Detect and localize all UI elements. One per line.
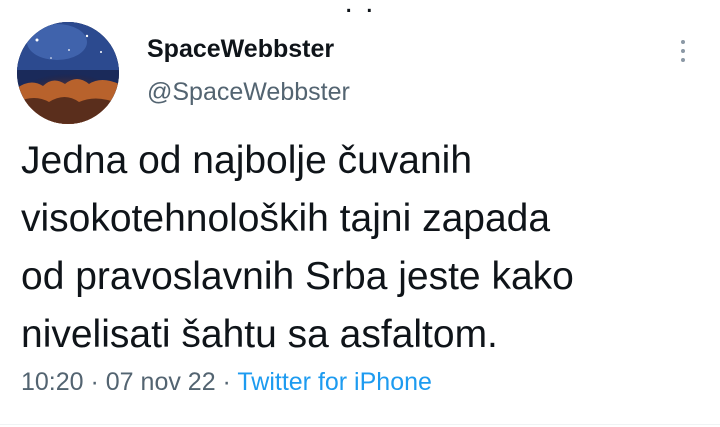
avatar-nebula-image — [17, 22, 119, 124]
display-name[interactable]: SpaceWebbster — [147, 35, 334, 64]
tweet-text: Jedna od najbolje čuvanih visokotehnološ… — [21, 132, 701, 364]
meta-separator: · — [215, 368, 238, 396]
more-dot — [681, 58, 685, 62]
tweet-time[interactable]: 10:20 — [21, 368, 84, 396]
meta-separator: · — [83, 368, 106, 396]
tweet-metadata: 10:20 · 07 nov 22 · Twitter for iPhone — [21, 368, 432, 397]
more-vertical-icon[interactable] — [672, 34, 694, 68]
user-handle[interactable]: @SpaceWebbster — [147, 78, 350, 107]
previous-tweet-clipped-text: . . — [0, 0, 720, 12]
tweet-text-line: od pravoslavnih Srba jeste kako — [21, 255, 574, 298]
more-dot — [681, 40, 685, 44]
tweet-text-line: Jedna od najbolje čuvanih — [21, 139, 473, 182]
more-dot — [681, 49, 685, 53]
divider — [0, 424, 720, 425]
tweet-date[interactable]: 07 nov 22 — [106, 368, 216, 396]
tweet-source-link[interactable]: Twitter for iPhone — [237, 368, 432, 396]
avatar[interactable] — [17, 22, 119, 124]
tweet-text-line: visokotehnoloških tajni zapada — [21, 197, 551, 240]
tweet-text-line: nivelisati šahtu sa asfaltom. — [21, 313, 498, 356]
